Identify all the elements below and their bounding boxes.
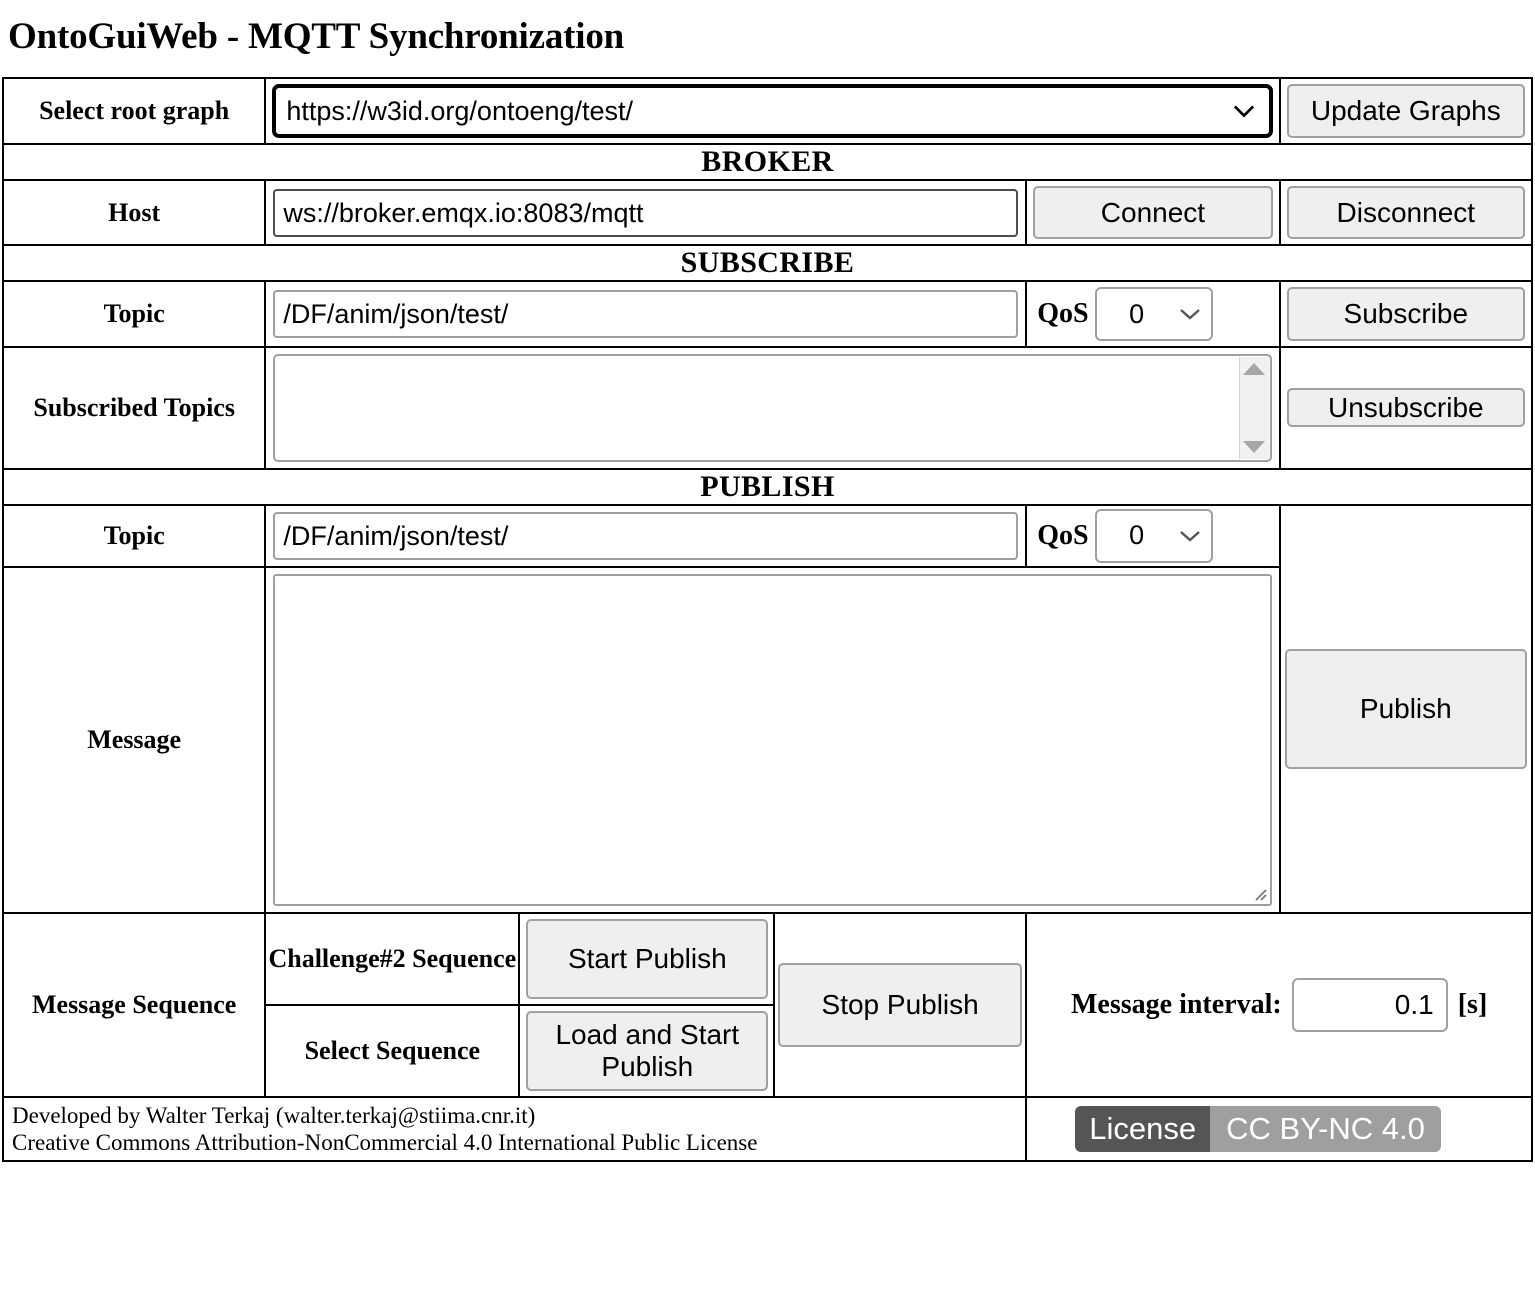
message-cell (264, 565, 1281, 914)
publish-topic-input[interactable]: /DF/anim/json/test/ (273, 511, 1019, 560)
subscribed-topics-scrollbar[interactable] (1238, 356, 1269, 459)
subscribe-section-row: SUBSCRIBE (2, 244, 1533, 283)
root-graph-value: https://w3id.org/ontoeng/test/ (286, 96, 634, 126)
host-row: Host ws://broker.emqx.io:8083/mqtt Conne… (1, 178, 1534, 247)
resize-handle-icon[interactable] (1251, 885, 1267, 901)
root-graph-select[interactable]: https://w3id.org/ontoeng/test/ (272, 84, 1273, 138)
publish-section-title: PUBLISH (2, 467, 1533, 506)
message-interval-cell: Message interval: 0.1 [s] (1025, 911, 1533, 1098)
subscribed-topics-row: Subscribed Topics Unsubscribe (1, 345, 1534, 470)
root-graph-row: Select root graph https://w3id.org/ontoe… (1, 77, 1534, 145)
license-badge[interactable]: License CC BY-NC 4.0 (1075, 1105, 1441, 1152)
footer-developer-line: Developed by Walter Terkaj (walter.terka… (12, 1102, 536, 1128)
subscribe-topic-input[interactable]: /DF/anim/json/test/ (273, 290, 1019, 339)
publish-qos-label: QoS (1037, 519, 1089, 551)
message-interval-unit: [s] (1457, 988, 1488, 1020)
footer-row: Developed by Walter Terkaj (walter.terka… (1, 1095, 1533, 1162)
unsubscribe-cell: Unsubscribe (1278, 345, 1534, 470)
subscribe-button[interactable]: Subscribe (1286, 287, 1525, 341)
message-label: Message (1, 565, 267, 914)
load-and-start-cell: Load and Start Publish (519, 1004, 775, 1096)
subscribe-qos-cell: QoS 0 (1025, 280, 1281, 348)
subscribe-qos-value: 0 (1129, 298, 1145, 329)
select-sequence-row: Select Sequence Load and Start Publish (266, 1004, 775, 1096)
start-publish-cell: Start Publish (519, 913, 775, 1006)
stop-publish-button[interactable]: Stop Publish (778, 962, 1023, 1047)
subscribe-topic-row: Topic /DF/anim/json/test/ QoS 0 Subscrib… (1, 280, 1534, 348)
publish-section-row: PUBLISH (2, 467, 1533, 506)
chevron-down-icon (1179, 289, 1201, 339)
message-sequence-row: Message Sequence Challenge#2 Sequence St… (1, 911, 1533, 1098)
publish-qos-select[interactable]: 0 (1094, 508, 1213, 563)
select-sequence-label: Select Sequence (266, 1004, 521, 1096)
subscribe-topic-label: Topic (1, 280, 267, 348)
host-input[interactable]: ws://broker.emqx.io:8083/mqtt (273, 188, 1019, 237)
challenge-sequence-label: Challenge#2 Sequence (266, 913, 521, 1006)
load-and-start-publish-button[interactable]: Load and Start Publish (526, 1010, 769, 1091)
chevron-down-icon (1233, 88, 1255, 134)
subscribe-section-title: SUBSCRIBE (2, 244, 1533, 283)
license-badge-cell: License CC BY-NC 4.0 (1025, 1095, 1533, 1162)
page-title: OntoGuiWeb - MQTT Synchronization (8, 16, 625, 57)
app-root: OntoGuiWeb - MQTT Synchronization Select… (0, 18, 1535, 1305)
unsubscribe-button[interactable]: Unsubscribe (1286, 388, 1525, 428)
start-publish-button[interactable]: Start Publish (526, 918, 769, 999)
challenge-sequence-row: Challenge#2 Sequence Start Publish (266, 913, 775, 1006)
subscribed-topics-cell (264, 345, 1281, 470)
message-interval-input[interactable]: 0.1 (1291, 977, 1448, 1032)
disconnect-button[interactable]: Disconnect (1286, 186, 1525, 240)
footer-text-cell: Developed by Walter Terkaj (walter.terka… (1, 1095, 1028, 1162)
connect-cell: Connect (1025, 178, 1281, 247)
sequence-grid-cell: Challenge#2 Sequence Start Publish Selec… (264, 911, 775, 1098)
message-interval-label: Message interval: (1071, 988, 1282, 1020)
subscribed-topics-textarea[interactable] (273, 353, 1272, 462)
update-graphs-cell: Update Graphs (1278, 77, 1534, 145)
publish-topic-input-cell: /DF/anim/json/test/ (264, 503, 1028, 568)
publish-button[interactable]: Publish (1284, 648, 1527, 769)
publish-topic-row: Topic /DF/anim/json/test/ QoS 0 Publish (1, 503, 1534, 914)
subscribe-button-cell: Subscribe (1278, 280, 1534, 348)
scroll-up-icon[interactable] (1243, 362, 1266, 375)
publish-qos-value: 0 (1129, 520, 1145, 551)
message-sequence-label: Message Sequence (1, 911, 267, 1098)
root-graph-select-cell: https://w3id.org/ontoeng/test/ (264, 77, 1281, 145)
chevron-down-icon (1179, 511, 1201, 561)
license-badge-value: CC BY-NC 4.0 (1210, 1105, 1441, 1152)
message-textarea[interactable] (273, 573, 1272, 906)
subscribe-qos-select[interactable]: 0 (1094, 287, 1213, 342)
publish-button-cell: Publish (1278, 503, 1534, 914)
host-input-cell: ws://broker.emqx.io:8083/mqtt (264, 178, 1028, 247)
mqtt-form-table: Select root graph https://w3id.org/ontoe… (1, 77, 1534, 1162)
connect-button[interactable]: Connect (1033, 186, 1273, 240)
publish-qos-cell: QoS 0 (1025, 503, 1281, 568)
host-label: Host (1, 178, 267, 247)
broker-section-title: BROKER (2, 143, 1533, 181)
broker-section-row: BROKER (2, 143, 1533, 181)
footer-license-line: Creative Commons Attribution-NonCommerci… (12, 1129, 758, 1155)
stop-publish-cell: Stop Publish (772, 911, 1028, 1098)
subscribed-topics-label: Subscribed Topics (1, 345, 267, 470)
update-graphs-button[interactable]: Update Graphs (1286, 84, 1525, 138)
select-root-graph-label: Select root graph (1, 77, 267, 145)
subscribe-topic-input-cell: /DF/anim/json/test/ (264, 280, 1028, 348)
license-badge-label: License (1075, 1105, 1211, 1152)
scroll-down-icon[interactable] (1243, 440, 1266, 453)
subscribe-qos-label: QoS (1037, 298, 1089, 330)
disconnect-cell: Disconnect (1278, 178, 1534, 247)
publish-topic-label: Topic (1, 503, 267, 568)
